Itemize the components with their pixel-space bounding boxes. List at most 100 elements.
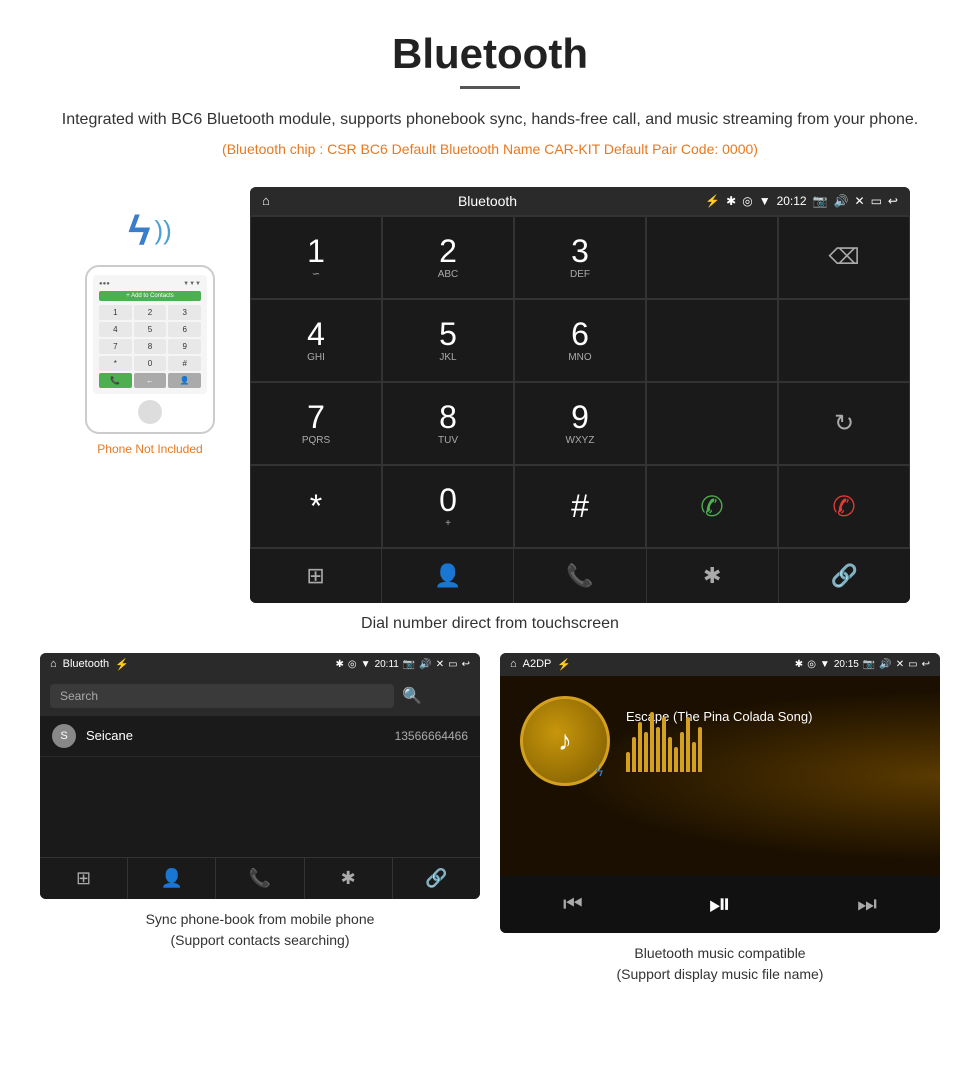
pb-nav-dialpad[interactable]: ⊞: [40, 858, 128, 899]
phone-not-included-label: Phone Not Included: [97, 442, 202, 456]
pb-home-icon[interactable]: ⌂: [50, 658, 57, 670]
phone-contact-bar: + Add to Contacts: [99, 291, 201, 301]
phone-key-star[interactable]: *: [99, 356, 132, 371]
music-rect-icon: ▭: [908, 659, 917, 670]
music-equalizer: [626, 732, 920, 772]
dial-key-9[interactable]: 9WXYZ: [514, 382, 646, 465]
eq-bar-4: [644, 732, 648, 772]
signal-waves: )): [154, 215, 171, 246]
pb-usb-icon: ⚡: [115, 658, 129, 671]
phone-key-hash[interactable]: #: [168, 356, 201, 371]
nav-contacts[interactable]: 👤: [382, 549, 514, 603]
contact-list-empty: [40, 757, 480, 857]
page-title: Bluetooth: [60, 30, 920, 78]
dial-key-5[interactable]: 5JKL: [382, 299, 514, 382]
car-status-left: ⌂: [262, 193, 270, 208]
music-controls: ⏮ ⏯ ⏭: [500, 876, 940, 933]
phone-key-7[interactable]: 7: [99, 339, 132, 354]
phone-key-8[interactable]: 8: [134, 339, 167, 354]
car-volume-icon: 🔊: [834, 194, 849, 208]
phone-key-3[interactable]: 3: [168, 305, 201, 320]
phone-key-5[interactable]: 5: [134, 322, 167, 337]
nav-dialpad[interactable]: ⊞: [250, 549, 382, 603]
eq-bar-8: [668, 737, 672, 772]
eq-bar-3: [638, 722, 642, 772]
dial-key-3[interactable]: 3DEF: [514, 216, 646, 299]
music-content: ♪ ϟ Escape (The Pina Colada Song): [500, 676, 940, 806]
nav-call[interactable]: 📞: [514, 549, 646, 603]
music-panel: ⌂ A2DP ⚡ ✱ ◎ ▼ 20:15 📷 🔊 ✕ ▭ ↩: [500, 653, 940, 985]
pb-bt-icon: ✱: [336, 659, 344, 670]
page-specs: (Bluetooth chip : CSR BC6 Default Blueto…: [60, 141, 920, 157]
phone-key-0[interactable]: 0: [134, 356, 167, 371]
car-back-icon[interactable]: ↩: [888, 194, 898, 208]
pb-nav-call[interactable]: 📞: [216, 858, 304, 899]
pb-nav-link[interactable]: 🔗: [393, 858, 480, 899]
title-underline: [460, 86, 520, 89]
phone-key-contacts[interactable]: 👤: [168, 373, 201, 388]
music-screen: ⌂ A2DP ⚡ ✱ ◎ ▼ 20:15 📷 🔊 ✕ ▭ ↩: [500, 653, 940, 933]
phonebook-screen: ⌂ Bluetooth ⚡ ✱ ◎ ▼ 20:11 📷 🔊 ✕ ▭ ↩: [40, 653, 480, 899]
pb-back-icon[interactable]: ↩: [462, 659, 470, 670]
bottom-section: ⌂ Bluetooth ⚡ ✱ ◎ ▼ 20:11 📷 🔊 ✕ ▭ ↩: [0, 653, 980, 985]
car-usb-icon: ⚡: [705, 194, 720, 208]
nav-link[interactable]: 🔗: [779, 549, 910, 603]
dial-key-8[interactable]: 8TUV: [382, 382, 514, 465]
phone-key-2[interactable]: 2: [134, 305, 167, 320]
music-info: Escape (The Pina Colada Song): [626, 709, 920, 772]
dial-cell-empty-1: [646, 216, 778, 299]
pb-status-bar: ⌂ Bluetooth ⚡ ✱ ◎ ▼ 20:11 📷 🔊 ✕ ▭ ↩: [40, 653, 480, 676]
music-back-icon[interactable]: ↩: [922, 659, 930, 670]
car-status-title: Bluetooth: [458, 193, 517, 209]
dial-key-7[interactable]: 7PQRS: [250, 382, 382, 465]
nav-bluetooth[interactable]: ✱: [647, 549, 779, 603]
contact-row[interactable]: S Seicane 13566664466: [40, 716, 480, 757]
eq-bar-10: [680, 732, 684, 772]
dial-backspace[interactable]: ⌫: [778, 216, 910, 299]
music-loc-icon: ◎: [807, 659, 816, 670]
dial-call-red[interactable]: ✆: [778, 465, 910, 548]
music-x-icon[interactable]: ✕: [896, 659, 904, 670]
dial-key-1[interactable]: 1∽: [250, 216, 382, 299]
phone-home-button[interactable]: [138, 400, 162, 424]
music-prev-btn[interactable]: ⏮: [563, 891, 583, 917]
phone-key-4[interactable]: 4: [99, 322, 132, 337]
eq-bar-5: [650, 712, 654, 772]
music-title: A2DP: [523, 658, 552, 670]
phone-status-bar: ●●● ▼▼▼: [99, 281, 201, 287]
car-status-right: ⚡ ✱ ◎ ▼ 20:12 📷 🔊 ✕ ▭ ↩: [705, 194, 898, 208]
music-song-title: Escape (The Pina Colada Song): [626, 709, 920, 724]
music-caption: Bluetooth music compatible(Support displ…: [500, 943, 940, 985]
music-home-icon[interactable]: ⌂: [510, 658, 517, 670]
contact-letter: S: [52, 724, 76, 748]
car-close-icon[interactable]: ✕: [855, 194, 865, 208]
dial-key-6[interactable]: 6MNO: [514, 299, 646, 382]
phone-key-back[interactable]: ←: [134, 373, 167, 388]
pb-title: Bluetooth: [63, 658, 109, 670]
dial-key-2[interactable]: 2ABC: [382, 216, 514, 299]
dial-refresh[interactable]: ↻: [778, 382, 910, 465]
pb-nav-bt[interactable]: ✱: [305, 858, 393, 899]
search-icon[interactable]: 🔍: [402, 686, 422, 706]
phone-key-call[interactable]: 📞: [99, 373, 132, 388]
dial-key-4[interactable]: 4GHI: [250, 299, 382, 382]
dial-call-green[interactable]: ✆: [646, 465, 778, 548]
dial-key-star[interactable]: *: [250, 465, 382, 548]
phone-key-6[interactable]: 6: [168, 322, 201, 337]
music-playpause-btn[interactable]: ⏯: [709, 888, 731, 921]
dial-key-hash[interactable]: #: [514, 465, 646, 548]
contact-name: Seicane: [86, 728, 395, 743]
music-bt-overlay: ϟ: [596, 763, 603, 779]
pb-sig-icon: ▼: [361, 659, 371, 670]
car-signal-icon: ▼: [759, 194, 771, 208]
music-next-btn[interactable]: ⏭: [857, 891, 877, 917]
music-status-left: ⌂ A2DP ⚡: [510, 658, 571, 671]
car-home-icon[interactable]: ⌂: [262, 193, 270, 208]
phone-key-1[interactable]: 1: [99, 305, 132, 320]
pb-nav-contacts[interactable]: 👤: [128, 858, 216, 899]
search-input-mock[interactable]: Search: [50, 684, 394, 708]
phone-key-9[interactable]: 9: [168, 339, 201, 354]
page-description: Integrated with BC6 Bluetooth module, su…: [60, 107, 920, 133]
pb-x-icon[interactable]: ✕: [436, 659, 444, 670]
dial-key-0[interactable]: 0+: [382, 465, 514, 548]
